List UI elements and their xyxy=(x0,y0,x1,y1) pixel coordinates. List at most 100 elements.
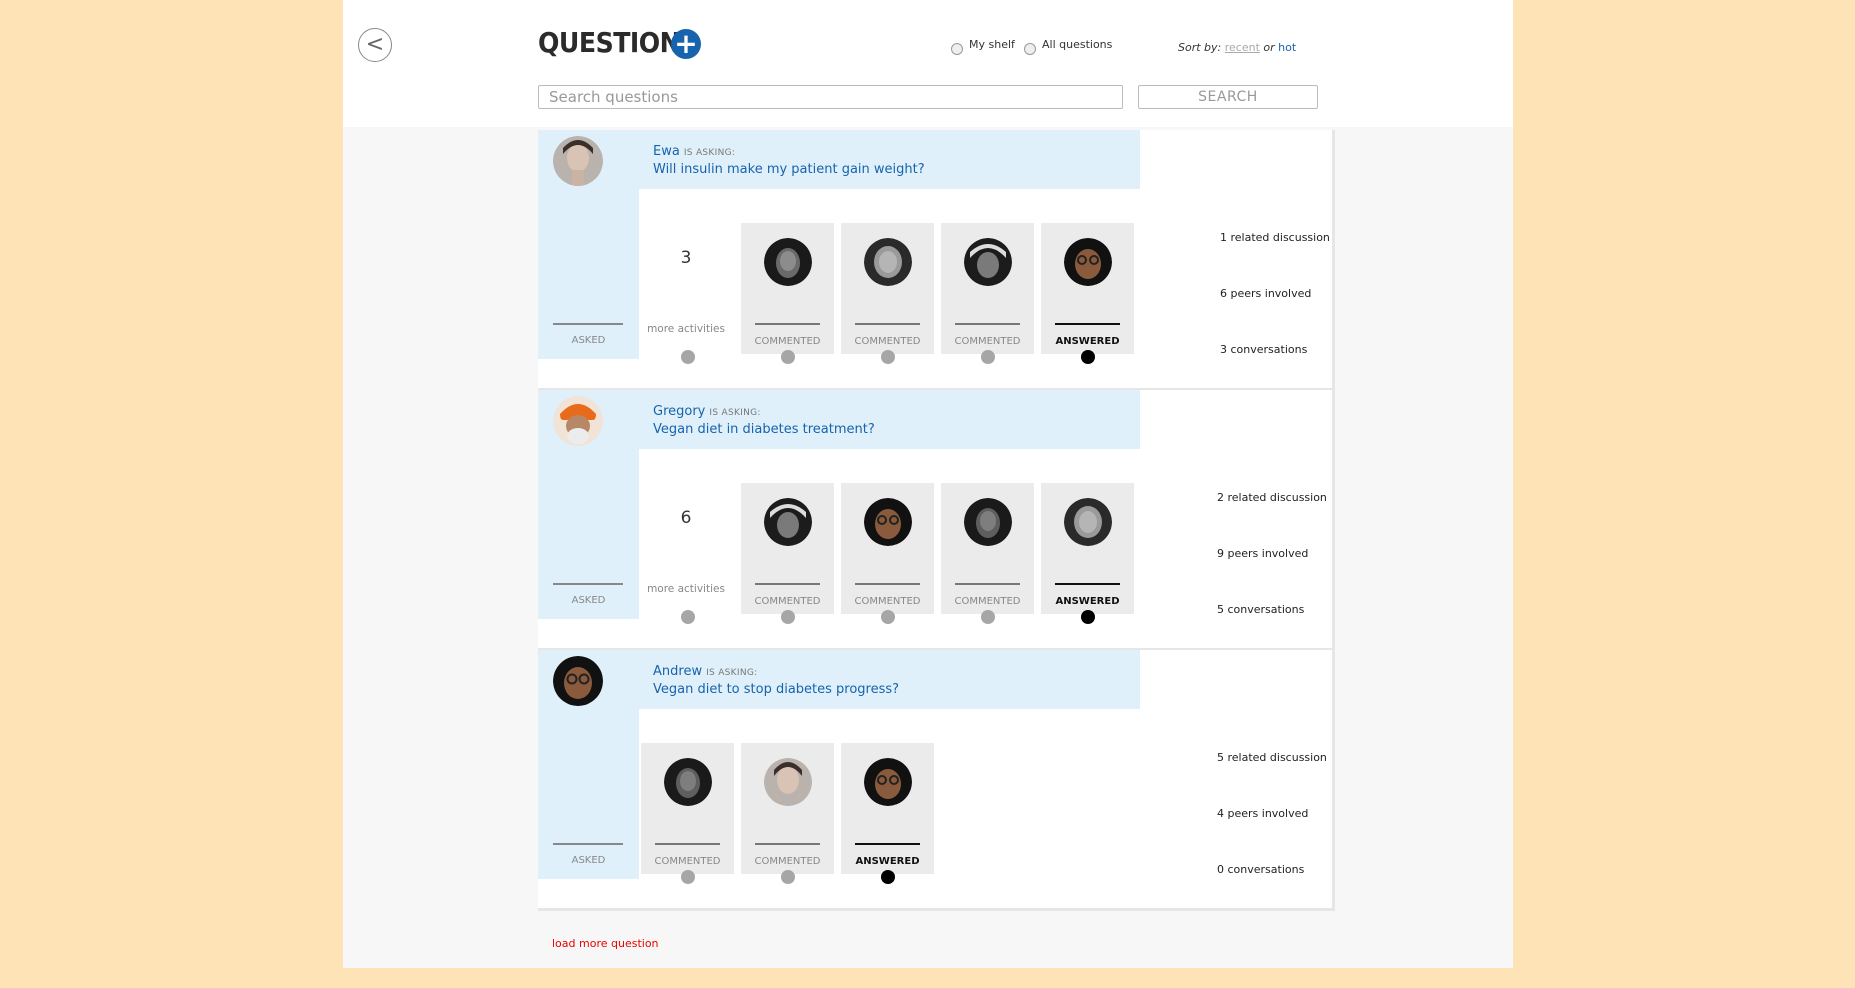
load-more-link[interactable]: load more question xyxy=(552,937,659,950)
sort-joiner: or xyxy=(1263,41,1275,54)
timeline-dot[interactable] xyxy=(981,610,995,624)
question-text[interactable]: Will insulin make my patient gain weight… xyxy=(653,162,925,177)
search-input[interactable] xyxy=(538,85,1123,109)
activity-label: COMMENTED xyxy=(954,336,1021,347)
activity-tile[interactable]: COMMENTED xyxy=(741,483,834,614)
activity-line xyxy=(955,323,1020,325)
activity-label: COMMENTED xyxy=(754,336,821,347)
activity-tile[interactable]: COMMENTED xyxy=(641,743,734,874)
activity-label: COMMENTED xyxy=(754,856,821,867)
conversations-count[interactable]: 5 conversations xyxy=(1217,603,1304,616)
conversations-count[interactable]: 0 conversations xyxy=(1217,863,1304,876)
add-question-button[interactable]: + xyxy=(671,29,701,59)
timeline-dot[interactable] xyxy=(881,610,895,624)
activity-tile[interactable]: COMMENTED xyxy=(741,223,834,354)
timeline-dot[interactable] xyxy=(681,870,695,884)
avatar[interactable] xyxy=(553,656,603,706)
timeline-dot[interactable] xyxy=(681,610,695,624)
activity-tile[interactable]: COMMENTED xyxy=(841,483,934,614)
avatar xyxy=(964,238,1012,286)
sort-hot-link[interactable]: hot xyxy=(1278,41,1296,54)
peers-involved-count[interactable]: 9 peers involved xyxy=(1217,547,1308,560)
activity-label: ANSWERED xyxy=(855,856,920,867)
avatar[interactable] xyxy=(553,136,603,186)
asked-label: ASKED xyxy=(571,595,606,606)
filter-my-shelf[interactable]: My shelf xyxy=(951,38,1015,55)
timeline-dot[interactable] xyxy=(881,870,895,884)
more-activities[interactable]: 6 more activities xyxy=(641,483,731,614)
activity-tile[interactable]: COMMENTED xyxy=(841,223,934,354)
activity-tile[interactable]: ANSWERED xyxy=(1041,483,1134,614)
asker-column: ASKED xyxy=(538,130,639,359)
related-discussion-count[interactable]: 2 related discussion xyxy=(1217,491,1327,504)
activity-label: ANSWERED xyxy=(1055,336,1120,347)
activity-tile[interactable]: ANSWERED xyxy=(1041,223,1134,354)
avatar xyxy=(764,758,812,806)
back-arrow-icon: < xyxy=(365,32,385,57)
asker-line: Andrew IS ASKING: xyxy=(653,664,757,679)
activity-tile[interactable]: ANSWERED xyxy=(841,743,934,874)
asker-name[interactable]: Ewa xyxy=(653,144,680,159)
all-questions-radio[interactable] xyxy=(1024,42,1036,55)
more-activities-count: 6 xyxy=(680,508,692,528)
timeline-dot[interactable] xyxy=(881,350,895,364)
asked-label: ASKED xyxy=(571,855,606,866)
question-card[interactable]: ASKED Gregory IS ASKING: Vegan diet in di… xyxy=(538,390,1335,651)
avatar xyxy=(964,498,1012,546)
question-text[interactable]: Vegan diet in diabetes treatment? xyxy=(653,422,875,437)
sort-prefix: Sort by: xyxy=(1178,41,1222,54)
timeline-dot[interactable] xyxy=(781,350,795,364)
related-discussion-count[interactable]: 5 related discussion xyxy=(1217,751,1327,764)
conversations-count[interactable]: 3 conversations xyxy=(1220,343,1307,356)
asker-name[interactable]: Gregory xyxy=(653,404,705,419)
avatar xyxy=(864,758,912,806)
activity-tile[interactable]: COMMENTED xyxy=(741,743,834,874)
question-card[interactable]: ASKED Ewa IS ASKING: Will insulin make my… xyxy=(538,130,1335,391)
avatar xyxy=(1064,238,1112,286)
activity-tile[interactable]: COMMENTED xyxy=(941,483,1034,614)
related-discussion-count[interactable]: 1 related discussion xyxy=(1220,231,1330,244)
timeline-dot[interactable] xyxy=(981,350,995,364)
timeline-dot[interactable] xyxy=(1081,610,1095,624)
asking-label: IS ASKING: xyxy=(706,668,758,678)
avatar xyxy=(764,498,812,546)
activity-line xyxy=(855,843,920,845)
asker-name[interactable]: Andrew xyxy=(653,664,702,679)
filter-my-shelf-label: My shelf xyxy=(969,38,1015,51)
asking-label: IS ASKING: xyxy=(683,148,736,158)
activity-line xyxy=(855,323,920,325)
question-card[interactable]: ASKED Andrew IS ASKING: Vegan diet to sto… xyxy=(538,650,1335,911)
asking-label: IS ASKING: xyxy=(709,408,761,418)
question-header: Gregory IS ASKING: Vegan diet in diabetes… xyxy=(639,390,1140,449)
activity-label: COMMENTED xyxy=(954,596,1021,607)
activity-label: COMMENTED xyxy=(754,596,821,607)
more-activities-label: more activities xyxy=(647,583,725,595)
timeline-dot[interactable] xyxy=(1081,350,1095,364)
question-header: Ewa IS ASKING: Will insulin make my patie… xyxy=(639,130,1140,189)
asked-line xyxy=(553,583,623,585)
activity-label: ANSWERED xyxy=(1055,596,1120,607)
more-activities-count: 3 xyxy=(680,248,692,268)
filter-all-questions-label: All questions xyxy=(1042,38,1113,51)
activity-label: COMMENTED xyxy=(854,596,921,607)
search-button[interactable]: SEARCH xyxy=(1138,85,1318,109)
sort-recent-link[interactable]: recent xyxy=(1225,41,1260,54)
peers-involved-count[interactable]: 4 peers involved xyxy=(1217,807,1308,820)
my-shelf-radio[interactable] xyxy=(951,42,963,55)
question-text[interactable]: Vegan diet to stop diabetes progress? xyxy=(653,682,899,697)
filter-all-questions[interactable]: All questions xyxy=(1024,38,1113,55)
timeline-dot[interactable] xyxy=(781,870,795,884)
back-button[interactable]: < xyxy=(358,28,392,62)
avatar[interactable] xyxy=(553,396,603,446)
more-activities[interactable]: 3 more activities xyxy=(641,223,731,354)
peers-involved-count[interactable]: 6 peers involved xyxy=(1220,287,1311,300)
more-activities-label: more activities xyxy=(647,323,725,335)
timeline-dot[interactable] xyxy=(681,350,695,364)
activity-tile[interactable]: COMMENTED xyxy=(941,223,1034,354)
activity-line xyxy=(755,583,820,585)
timeline-dot[interactable] xyxy=(781,610,795,624)
activity-label: COMMENTED xyxy=(854,336,921,347)
asker-line: Ewa IS ASKING: xyxy=(653,144,735,159)
avatar xyxy=(864,498,912,546)
asker-column: ASKED xyxy=(538,390,639,619)
